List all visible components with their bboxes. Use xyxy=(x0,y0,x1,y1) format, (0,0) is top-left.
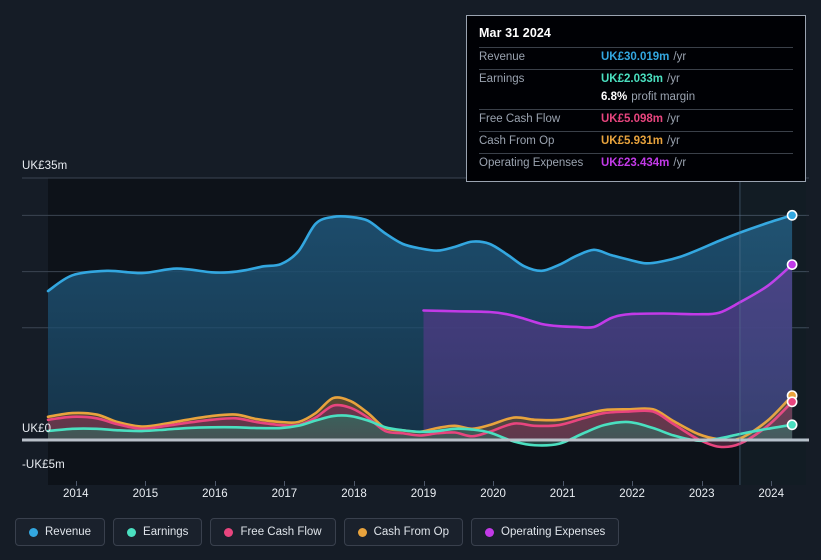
chart-tooltip: Mar 31 2024 Revenue UK£30.019m/yr Earnings… xyxy=(466,15,806,182)
tooltip-row-subtext: profit margin xyxy=(631,91,696,103)
endpoint-dot-earnings[interactable] xyxy=(786,419,798,431)
legend-item-label: Cash From Op xyxy=(373,526,450,538)
x-axis-label: 2014 xyxy=(63,488,89,500)
legend-item-free-cash-flow[interactable]: Free Cash Flow xyxy=(210,518,336,546)
endpoint-dot-operating-expenses[interactable] xyxy=(786,259,798,270)
tooltip-row: Operating Expenses UK£23.434m/yr xyxy=(479,153,793,175)
legend-item-operating-expenses[interactable]: Operating Expenses xyxy=(471,518,620,546)
tooltip-row: 6.8% profit margin xyxy=(479,91,793,109)
tooltip-date: Mar 31 2024 xyxy=(479,26,551,40)
tooltip-row-label: Earnings xyxy=(479,73,525,85)
tooltip-row-label: Cash From Op xyxy=(479,135,555,147)
tooltip-row-unit: /yr xyxy=(667,113,680,125)
x-axis: 2014 2015 2016 2017 2018 2019 2020 2021 2022 2023… xyxy=(0,481,821,507)
legend-item-cash-from-op[interactable]: Cash From Op xyxy=(343,518,464,546)
tooltip-row-value-group: UK£5.931m/yr xyxy=(601,135,680,147)
x-axis-label: 2020 xyxy=(480,488,506,500)
tooltip-row-value: UK£5.931m xyxy=(601,135,664,147)
x-axis-label: 2021 xyxy=(549,488,576,500)
x-axis-tick xyxy=(701,481,703,486)
x-axis-label: 2015 xyxy=(132,488,159,500)
endpoint-dot-revenue[interactable] xyxy=(786,209,798,221)
tooltip-row-value: 6.8% xyxy=(601,91,628,103)
x-axis-tick xyxy=(632,481,634,486)
x-axis-tick xyxy=(75,481,77,486)
tooltip-row-unit: /yr xyxy=(673,51,687,63)
x-axis-tick xyxy=(284,481,286,486)
x-axis-tick xyxy=(354,481,355,486)
y-axis-label-zero: UK£0 xyxy=(22,423,52,435)
endpoint-dot-free-cash-flow[interactable] xyxy=(786,396,798,408)
legend-color-dot-icon xyxy=(127,527,137,537)
x-axis-label: 2024 xyxy=(758,488,784,500)
legend-item-revenue[interactable]: Revenue xyxy=(15,518,106,546)
x-axis-tick xyxy=(214,481,216,486)
chart-legend[interactable]: Revenue Earnings Free Cash Flow Cash From O… xyxy=(15,518,620,546)
tooltip-row-value: UK£2.033m xyxy=(601,73,664,85)
chart-plot-area[interactable] xyxy=(0,155,821,485)
tooltip-row: Earnings UK£2.033m/yr xyxy=(479,69,793,91)
tooltip-row: Free Cash Flow UK£5.098m/yr xyxy=(479,109,793,131)
x-axis-label: 2018 xyxy=(341,488,367,500)
tooltip-row-unit: /yr xyxy=(667,73,680,85)
y-axis-label-bottom: -UK£5m xyxy=(22,459,65,471)
tooltip-row-value: UK£23.434m xyxy=(601,157,670,169)
legend-color-dot-icon xyxy=(485,527,495,537)
x-axis-tick xyxy=(562,481,564,486)
tooltip-row-label: Operating Expenses xyxy=(479,157,584,169)
legend-item-label: Free Cash Flow xyxy=(240,526,322,538)
x-axis-label: 2023 xyxy=(688,488,715,500)
x-axis-tick xyxy=(423,481,425,486)
tooltip-row-label: Free Cash Flow xyxy=(479,113,561,125)
tooltip-row-value-group: UK£2.033m/yr xyxy=(601,73,680,85)
legend-color-dot-icon xyxy=(357,527,367,537)
tooltip-row-value: UK£30.019m xyxy=(601,51,670,63)
tooltip-row-unit: /yr xyxy=(667,135,680,147)
x-axis-tick xyxy=(771,481,773,486)
chart-page: UK£35m UK£0 -UK£5m 2014 2015 2016 2017 2018 2… xyxy=(0,0,821,560)
legend-item-label: Revenue xyxy=(45,526,92,538)
x-axis-label: 2022 xyxy=(619,488,645,500)
tooltip-rows: Revenue UK£30.019m/yr Earnings UK£2.033m/yr… xyxy=(479,47,793,175)
x-axis-label: 2017 xyxy=(271,488,298,500)
x-axis-tick xyxy=(145,481,147,486)
tooltip-row-value-group: UK£5.098m/yr xyxy=(601,113,680,125)
tooltip-row: Cash From Op UK£5.931m/yr xyxy=(479,131,793,153)
tooltip-row-value-group: UK£30.019m/yr xyxy=(601,51,686,63)
tooltip-row-value-group: 6.8% profit margin xyxy=(601,91,695,103)
chart-svg xyxy=(22,177,809,485)
tooltip-row: Revenue UK£30.019m/yr xyxy=(479,47,793,69)
tooltip-row-unit: /yr xyxy=(673,157,687,169)
y-axis-label-top: UK£35m xyxy=(22,160,68,172)
x-axis-label: 2016 xyxy=(202,488,228,500)
forecast-band xyxy=(739,178,806,485)
tooltip-row-label: Revenue xyxy=(479,51,526,63)
legend-item-label: Earnings xyxy=(143,526,189,538)
x-axis-label: 2019 xyxy=(410,488,437,500)
tooltip-row-value-group: UK£23.434m/yr xyxy=(601,157,686,169)
legend-item-label: Operating Expenses xyxy=(501,526,606,538)
x-axis-tick xyxy=(493,481,495,486)
legend-color-dot-icon xyxy=(224,527,234,537)
tooltip-row-value: UK£5.098m xyxy=(601,113,664,125)
legend-color-dot-icon xyxy=(29,527,38,537)
legend-item-earnings[interactable]: Earnings xyxy=(113,518,203,546)
